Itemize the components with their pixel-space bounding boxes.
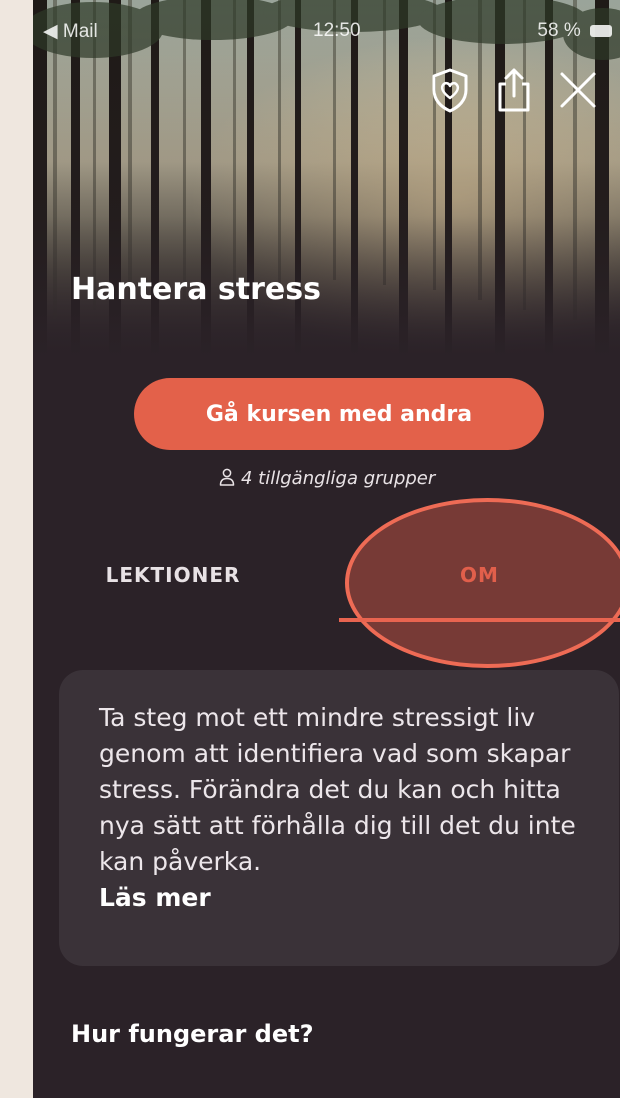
active-tab-indicator [339,618,620,622]
status-time: 12:50 [313,20,361,41]
shield-heart-icon[interactable] [422,62,478,118]
battery-percent: 58 % [537,20,581,41]
tab-bar: LEKTIONER OM [33,545,620,625]
person-icon [219,468,235,486]
about-card: Ta steg mot ett mindre stressigt liv gen… [59,670,619,966]
battery-icon [590,24,612,37]
back-to-mail[interactable]: ◀ Mail [43,20,98,43]
course-title: Hantera stress [71,272,321,307]
how-it-works-heading: Hur fungerar det? [71,1020,314,1048]
groups-text: 4 tillgängliga grupper [241,468,436,489]
read-more-link[interactable]: Läs mer [99,880,599,916]
about-text: Ta steg mot ett mindre stressigt liv gen… [99,703,576,876]
share-icon[interactable] [486,62,542,118]
tab-lessons[interactable]: LEKTIONER [63,545,283,615]
status-bar: ◀ Mail 12:50 58 % [33,0,620,60]
available-groups: 4 tillgängliga grupper [219,468,435,489]
close-icon[interactable] [550,62,606,118]
join-course-button[interactable]: Gå kursen med andra [134,378,544,450]
about-description: Ta steg mot ett mindre stressigt liv gen… [99,700,599,916]
app-screen: ◀ Mail 12:50 58 % Hantera stress Gå kurs [33,0,620,1098]
tab-about[interactable]: OM [339,545,620,615]
battery-indicator: 58 % [537,20,612,42]
